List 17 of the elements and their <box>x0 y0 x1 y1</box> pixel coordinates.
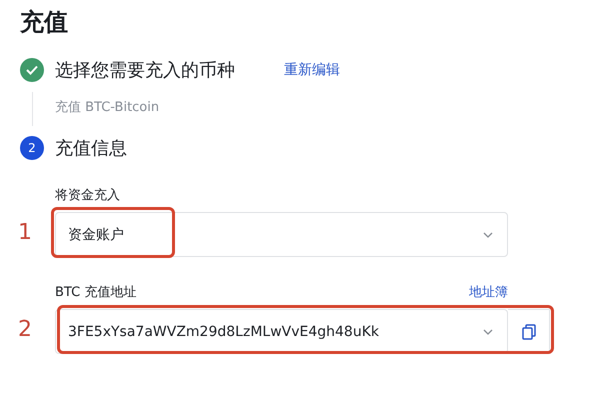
step-summary: 充值 BTC-Bitcoin <box>55 100 160 115</box>
step-number: 2 <box>20 136 44 160</box>
annotation-number: 1 <box>18 220 32 245</box>
page-title: 充值 <box>20 7 69 38</box>
annotation-number: 2 <box>18 317 32 342</box>
chevron-down-icon <box>483 328 493 334</box>
step-title: 选择您需要充入的币种 <box>55 59 235 82</box>
field-label: BTC 充值地址 <box>55 284 136 301</box>
account-select[interactable]: 资金账户 <box>55 212 508 257</box>
step-title: 充值信息 <box>55 137 127 160</box>
field-label: 将资金充入 <box>55 187 120 204</box>
chevron-down-icon <box>483 232 493 238</box>
re-edit-link[interactable]: 重新编辑 <box>284 61 340 79</box>
copy-icon <box>522 324 536 340</box>
address-select[interactable]: 3FE5xYsa7aWVZm29d8LzMLwVvE4gh48uKk <box>55 309 508 354</box>
address-book-link[interactable]: 地址簿 <box>469 283 508 301</box>
copy-button[interactable] <box>508 309 550 354</box>
